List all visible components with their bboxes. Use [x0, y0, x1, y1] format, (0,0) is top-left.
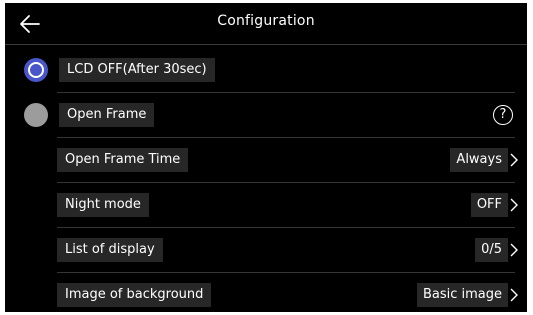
setting-open-frame-time-value[interactable]: Always — [450, 148, 508, 172]
help-icon[interactable]: ? — [493, 105, 513, 125]
setting-night-mode[interactable]: Night mode OFF — [5, 183, 527, 228]
option-lcd-off-label: LCD OFF(After 30sec) — [59, 58, 215, 82]
setting-open-frame-time-label: Open Frame Time — [57, 148, 189, 172]
setting-list-of-display-label: List of display — [57, 238, 163, 262]
option-open-frame-label: Open Frame — [59, 103, 155, 127]
configuration-screen: Configuration LCD OFF(After 30sec) Open … — [5, 3, 527, 312]
chevron-right-icon[interactable] — [510, 288, 518, 302]
header-bar: Configuration — [5, 3, 527, 45]
setting-night-mode-value[interactable]: OFF — [470, 193, 508, 217]
chevron-right-icon[interactable] — [510, 243, 518, 257]
setting-night-mode-label: Night mode — [57, 193, 149, 217]
option-open-frame[interactable]: Open Frame ? — [5, 93, 527, 138]
chevron-right-icon[interactable] — [510, 198, 518, 212]
chevron-right-icon[interactable] — [510, 153, 518, 167]
radio-unselected-icon[interactable] — [24, 103, 48, 127]
setting-image-of-background[interactable]: Image of background Basic image — [5, 273, 527, 312]
radio-selected-icon[interactable] — [24, 58, 48, 82]
setting-image-of-background-value[interactable]: Basic image — [416, 283, 508, 307]
option-lcd-off[interactable]: LCD OFF(After 30sec) — [5, 48, 527, 93]
setting-open-frame-time[interactable]: Open Frame Time Always — [5, 138, 527, 183]
page-title: Configuration — [217, 13, 315, 29]
setting-list-of-display[interactable]: List of display 0/5 — [5, 228, 527, 273]
setting-list-of-display-value[interactable]: 0/5 — [475, 238, 508, 262]
setting-image-of-background-label: Image of background — [57, 283, 212, 307]
